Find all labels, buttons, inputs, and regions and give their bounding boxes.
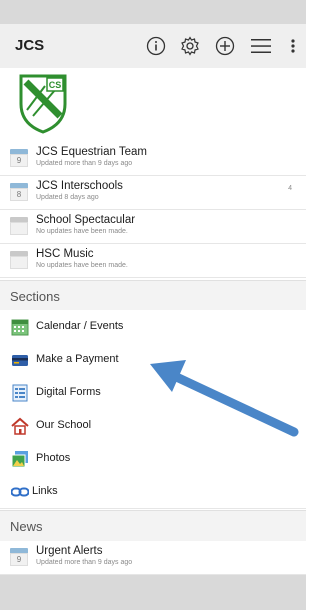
feed-title: JCS Interschools: [36, 180, 123, 192]
news-title: Urgent Alerts: [36, 545, 103, 557]
feed-title: HSC Music: [36, 248, 94, 260]
section-label: Photos: [36, 452, 71, 464]
section-item-forms[interactable]: Digital Forms: [0, 376, 306, 410]
section-item-payment[interactable]: Make a Payment: [0, 343, 306, 377]
info-icon[interactable]: [144, 34, 168, 58]
calendar-icon: 9: [10, 548, 28, 566]
feed-title: JCS Equestrian Team: [36, 146, 148, 158]
calendar-icon: 9: [10, 149, 28, 167]
section-item-calendar[interactable]: Calendar / Events: [0, 310, 306, 344]
gear-icon[interactable]: [178, 34, 202, 58]
sections-header-label: Sections: [10, 289, 60, 304]
section-label: Our School: [36, 419, 92, 431]
section-item-photos[interactable]: Photos: [0, 442, 306, 476]
calendar-icon: 8: [10, 183, 28, 201]
section-label: Calendar / Events: [36, 320, 124, 332]
section-item-links[interactable]: Links: [0, 475, 306, 509]
calendar-icon: [10, 217, 28, 235]
logo-text: CS: [49, 80, 62, 90]
bottom-bar: [0, 575, 306, 610]
feed-title: School Spectacular: [36, 214, 136, 226]
payment-card-icon: [12, 355, 28, 366]
unread-count: 4: [288, 185, 292, 192]
app-bar: JCS: [0, 24, 306, 68]
status-bar: [0, 0, 306, 24]
feed-subtitle: Updated more than 9 days ago: [36, 160, 133, 167]
feed-subtitle: Updated 8 days ago: [36, 194, 99, 201]
section-label: Digital Forms: [36, 386, 101, 398]
feed-subtitle: No updates have been made.: [36, 262, 128, 269]
house-icon: [11, 417, 29, 435]
section-label: Make a Payment: [36, 353, 119, 365]
sections-header: Sections: [0, 280, 306, 312]
news-subtitle: Updated more than 9 days ago: [36, 559, 133, 566]
more-options-icon[interactable]: [281, 34, 305, 58]
feed-item-hsc-music[interactable]: HSC Music No updates have been made.: [0, 244, 306, 278]
feed-item-spectacular[interactable]: School Spectacular No updates have been …: [0, 210, 306, 244]
news-header: News: [0, 510, 306, 542]
section-item-our-school[interactable]: Our School: [0, 409, 306, 443]
links-icon: [11, 487, 29, 497]
menu-list-icon[interactable]: [249, 34, 273, 58]
forms-icon: [12, 384, 28, 402]
app-title: JCS: [15, 37, 45, 54]
calendar-icon: [10, 251, 28, 269]
school-crest-logo: CS: [19, 74, 67, 134]
section-label: Links: [32, 485, 58, 497]
news-header-label: News: [10, 519, 43, 534]
feed-item-interschools[interactable]: 8 JCS Interschools Updated 8 days ago 4: [0, 176, 306, 210]
calendar-icon: [11, 319, 29, 336]
logo-area: CS: [0, 68, 306, 142]
feed-subtitle: No updates have been made.: [36, 228, 128, 235]
add-icon[interactable]: [213, 34, 237, 58]
news-item-urgent-alerts[interactable]: 9 Urgent Alerts Updated more than 9 days…: [0, 541, 306, 575]
feed-item-equestrian[interactable]: 9 JCS Equestrian Team Updated more than …: [0, 142, 306, 176]
photos-icon: [11, 451, 28, 468]
